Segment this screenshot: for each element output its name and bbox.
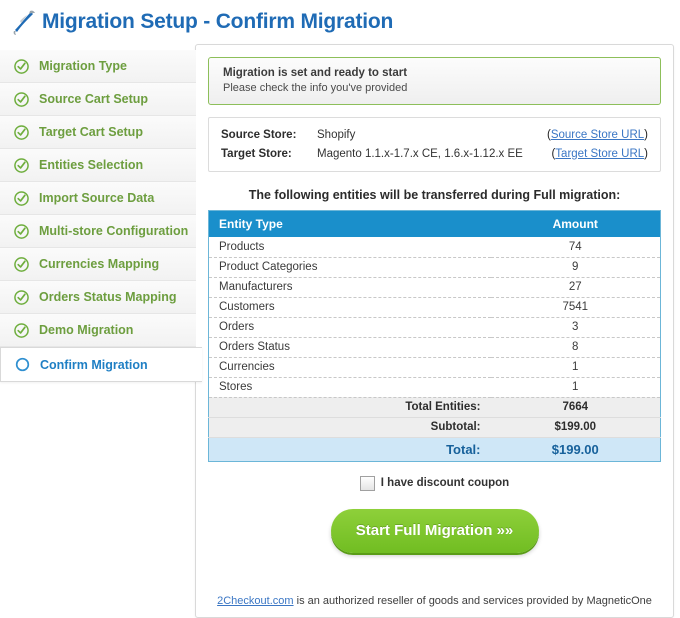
entity-amount-cell: 3 [491,317,661,337]
entity-type-cell: Stores [209,377,491,397]
entity-type-cell: Orders Status [209,337,491,357]
table-row: Currencies 1 [209,357,661,377]
main-panel: Migration is set and ready to start Plea… [195,44,674,618]
action-button-row: Start Full Migration »» [208,509,661,553]
check-circle-icon [14,59,29,74]
sidebar-item-label: Entities Selection [39,158,143,172]
sidebar-item-orders-status-mapping[interactable]: Orders Status Mapping [0,281,196,314]
sidebar-item-label: Confirm Migration [40,358,148,372]
sidebar-item-confirm-migration[interactable]: Confirm Migration [0,347,202,382]
discount-coupon-row: I have discount coupon [208,476,661,491]
column-header-amount: Amount [491,211,661,238]
total-value: $199.00 [491,437,661,461]
table-row: Stores 1 [209,377,661,397]
entity-amount-cell: 27 [491,277,661,297]
entities-caption: The following entities will be transferr… [208,188,661,202]
source-store-label: Source Store: [221,129,317,141]
target-store-url-link[interactable]: Target Store URL [555,148,644,160]
sidebar-item-entities-selection[interactable]: Entities Selection [0,149,196,182]
entity-type-cell: Customers [209,297,491,317]
total-entities-value: 7664 [491,397,661,417]
entities-table: Entity Type Amount Products 74 Product C… [208,210,661,462]
entity-type-cell: Manufacturers [209,277,491,297]
table-header-row: Entity Type Amount [209,211,661,238]
sidebar-item-label: Demo Migration [39,323,133,337]
grand-total-row: Total: $199.00 [209,437,661,461]
migration-arrow-icon [8,5,42,39]
total-label: Total: [209,437,491,461]
subtotal-label: Subtotal: [209,417,491,437]
table-row: Product Categories 9 [209,257,661,277]
table-row: Customers 7541 [209,297,661,317]
check-circle-icon [14,323,29,338]
sidebar-item-label: Multi-store Configuration [39,224,188,238]
sidebar-item-target-cart-setup[interactable]: Target Cart Setup [0,116,196,149]
notice-title: Migration is set and ready to start [223,67,646,79]
check-circle-icon [14,158,29,173]
entity-amount-cell: 8 [491,337,661,357]
check-circle-icon [14,92,29,107]
discount-coupon-checkbox[interactable] [360,476,375,491]
check-circle-icon [14,257,29,272]
sidebar-item-import-source-data[interactable]: Import Source Data [0,182,196,215]
entity-type-cell: Orders [209,317,491,337]
sidebar-item-label: Source Cart Setup [39,92,148,106]
check-circle-icon [14,224,29,239]
source-store-value: Shopify [317,129,547,141]
target-store-row: Target Store: Magento 1.1.x-1.7.x CE, 1.… [221,144,648,163]
store-info-box: Source Store: Shopify (Source Store URL)… [208,117,661,172]
paren-close: ) [644,148,648,160]
notice-subtitle: Please check the info you've provided [223,82,646,94]
sidebar-nav: Migration Type Source Cart Setup Target … [0,44,196,382]
entity-amount-cell: 7541 [491,297,661,317]
discount-coupon-label[interactable]: I have discount coupon [381,477,509,489]
check-circle-icon [14,125,29,140]
target-store-value: Magento 1.1.x-1.7.x CE, 1.6.x-1.12.x EE [317,148,551,160]
source-store-url-link[interactable]: Source Store URL [551,129,644,141]
sidebar-item-label: Currencies Mapping [39,257,159,271]
entity-amount-cell: 9 [491,257,661,277]
sidebar-item-multi-store-configuration[interactable]: Multi-store Configuration [0,215,196,248]
sidebar-item-label: Orders Status Mapping [39,290,177,304]
check-circle-icon [14,191,29,206]
start-full-migration-button[interactable]: Start Full Migration »» [331,509,539,553]
table-row: Manufacturers 27 [209,277,661,297]
status-notice-box: Migration is set and ready to start Plea… [208,57,661,105]
sidebar-item-demo-migration[interactable]: Demo Migration [0,314,196,347]
entity-amount-cell: 1 [491,357,661,377]
source-store-link-wrap: (Source Store URL) [547,129,648,141]
table-row: Orders 3 [209,317,661,337]
paren-close: ) [644,129,648,141]
table-row: Orders Status 8 [209,337,661,357]
subtotal-row: Subtotal: $199.00 [209,417,661,437]
total-entities-label: Total Entities: [209,397,491,417]
entity-amount-cell: 74 [491,237,661,257]
empty-circle-icon [15,357,30,372]
target-store-label: Target Store: [221,148,317,160]
sidebar-item-label: Target Cart Setup [39,125,143,139]
target-store-link-wrap: (Target Store URL) [551,148,648,160]
page-header: Migration Setup - Confirm Migration [0,0,680,44]
total-entities-row: Total Entities: 7664 [209,397,661,417]
column-header-entity-type: Entity Type [209,211,491,238]
sidebar-item-currencies-mapping[interactable]: Currencies Mapping [0,248,196,281]
table-row: Products 74 [209,237,661,257]
sidebar-item-label: Migration Type [39,59,127,73]
subtotal-value: $199.00 [491,417,661,437]
sidebar-item-migration-type[interactable]: Migration Type [0,50,196,83]
sidebar-item-source-cart-setup[interactable]: Source Cart Setup [0,83,196,116]
page-title: Migration Setup - Confirm Migration [42,10,393,34]
entity-type-cell: Currencies [209,357,491,377]
entity-type-cell: Product Categories [209,257,491,277]
entity-amount-cell: 1 [491,377,661,397]
source-store-row: Source Store: Shopify (Source Store URL) [221,125,648,144]
check-circle-icon [14,290,29,305]
entity-type-cell: Products [209,237,491,257]
sidebar-item-label: Import Source Data [39,191,154,205]
page-layout: Migration Type Source Cart Setup Target … [0,44,680,601]
